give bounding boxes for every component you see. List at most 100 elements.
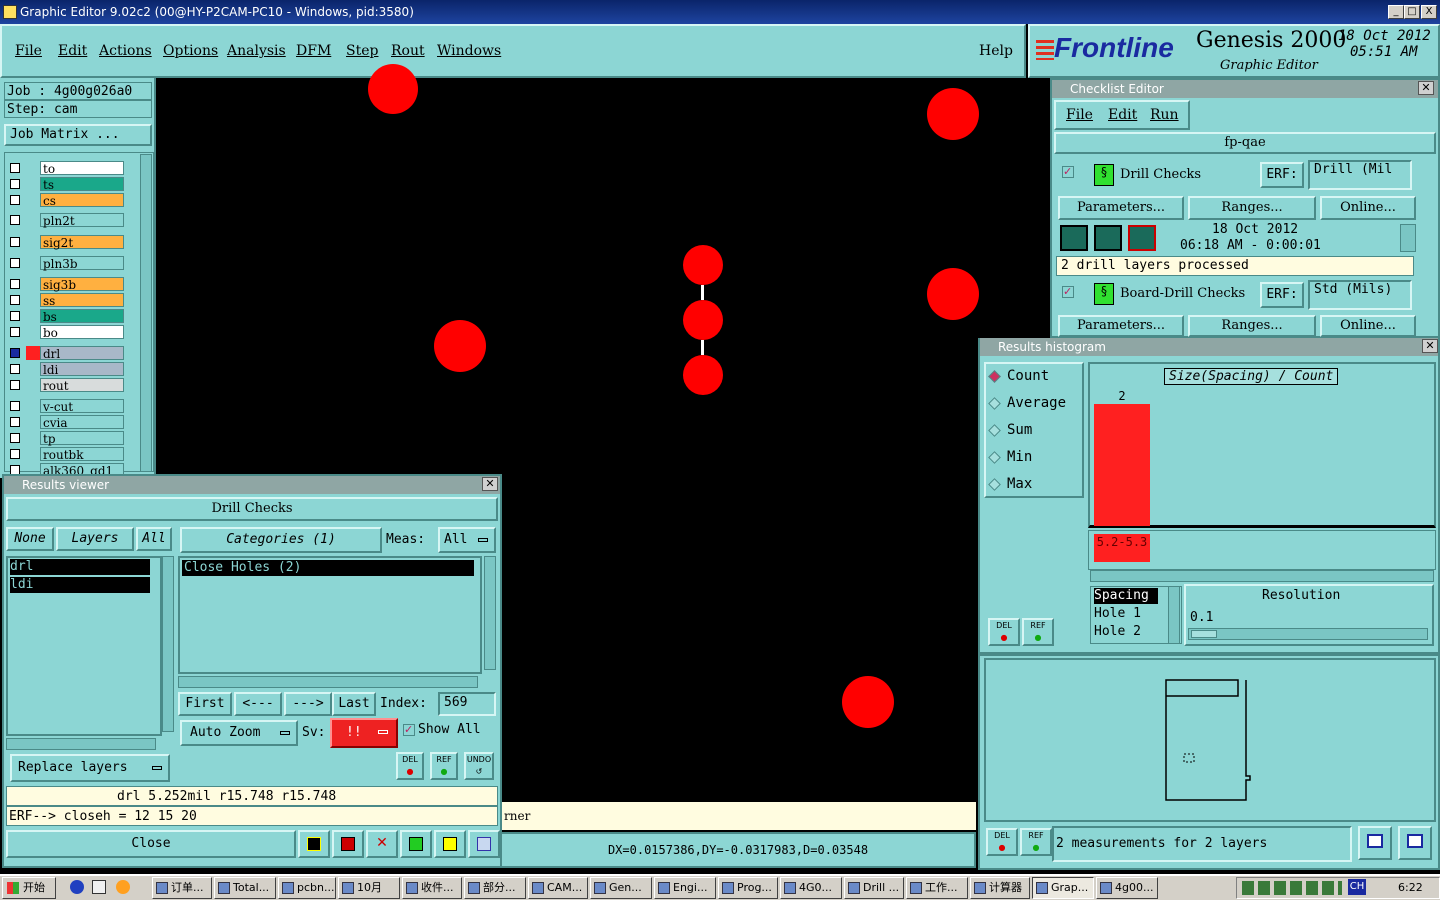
layer-row-tp[interactable]: tp xyxy=(8,431,124,446)
layer-checkbox[interactable] xyxy=(10,364,20,374)
show-all-checkbox[interactable]: ✓ xyxy=(403,724,415,736)
layer-row-ts[interactable]: ts xyxy=(8,177,124,192)
language-indicator[interactable]: CH xyxy=(1348,879,1366,895)
taskbar-item[interactable]: 4G0... xyxy=(780,877,842,899)
auto-zoom-select[interactable]: Auto Zoom xyxy=(180,720,298,746)
board-erf-field[interactable]: Std (Mils) xyxy=(1308,280,1412,310)
tool-icon-2[interactable] xyxy=(332,830,364,858)
tool-icon-1[interactable] xyxy=(298,830,330,858)
job-matrix-button[interactable]: Job Matrix ... xyxy=(4,124,152,146)
layer-checkbox[interactable] xyxy=(10,417,20,427)
menu-step[interactable]: Step xyxy=(346,43,378,59)
replace-layers-select[interactable]: Replace layers xyxy=(10,754,170,782)
histogram-divider[interactable] xyxy=(980,652,1438,656)
taskbar-item[interactable]: 部分... xyxy=(464,877,526,899)
histogram-del-button[interactable]: DEL ● xyxy=(988,618,1020,646)
taskbar-item[interactable]: 计算器 xyxy=(970,877,1030,899)
menu-dfm[interactable]: DFM xyxy=(296,43,331,59)
layer-checkbox[interactable] xyxy=(10,179,20,189)
taskbar-item[interactable]: Gen... xyxy=(590,877,652,899)
layer-checkbox[interactable] xyxy=(10,258,20,268)
close-button[interactable]: X xyxy=(1421,5,1437,19)
layer-row-to[interactable]: to xyxy=(8,161,124,176)
results-del-button[interactable]: DEL ● xyxy=(396,752,424,780)
first-button[interactable]: First xyxy=(178,692,232,716)
prev-button[interactable]: <--- xyxy=(234,692,282,716)
board-online-button[interactable]: Online... xyxy=(1320,315,1416,337)
layer-row-drl[interactable]: drl xyxy=(8,346,124,361)
layer-result-item[interactable]: ldi xyxy=(10,577,150,593)
layer-row-bs[interactable]: bs xyxy=(8,309,124,324)
layer-row-cvia[interactable]: cvia xyxy=(8,415,124,430)
taskbar-item[interactable]: Drill ... xyxy=(844,877,904,899)
histogram-option-sum[interactable]: Sum xyxy=(988,422,1032,438)
layer-checkbox[interactable] xyxy=(10,327,20,337)
run-stop-icon[interactable] xyxy=(1128,225,1156,251)
measurement-item[interactable]: Hole 1 xyxy=(1094,606,1141,621)
taskbar-item[interactable]: Prog... xyxy=(718,877,778,899)
layer-results-scrollbar[interactable] xyxy=(162,556,174,732)
layer-checkbox[interactable] xyxy=(10,237,20,247)
resolution-slider[interactable] xyxy=(1188,628,1428,640)
zoom-window-button[interactable] xyxy=(1358,826,1392,860)
menu-analysis[interactable]: Analysis xyxy=(227,43,286,59)
category-result-item[interactable]: Close Holes (2) xyxy=(182,560,474,576)
taskbar-item[interactable]: Engi... xyxy=(654,877,716,899)
menu-rout[interactable]: Rout xyxy=(391,43,425,59)
layers-button[interactable]: Layers xyxy=(56,527,134,551)
drill-parameters-button[interactable]: Parameters... xyxy=(1058,196,1184,220)
taskbar-item[interactable]: 订单... xyxy=(152,877,212,899)
layer-checkbox[interactable] xyxy=(10,195,20,205)
taskbar-item[interactable]: 工作... xyxy=(906,877,968,899)
measurement-list-header[interactable]: Spacing xyxy=(1094,588,1158,604)
results-close-button[interactable]: ✕ xyxy=(482,477,498,491)
layer-checkbox[interactable] xyxy=(10,279,20,289)
checklist-menu-run[interactable]: Run xyxy=(1150,107,1179,123)
layer-checkbox[interactable] xyxy=(10,401,20,411)
layers-none-button[interactable]: None xyxy=(6,527,54,551)
menu-windows[interactable]: Windows xyxy=(437,43,501,59)
histogram-ref-button[interactable]: REF ● xyxy=(1022,618,1054,646)
maximize-button[interactable]: □ xyxy=(1404,5,1420,19)
layer-checkbox[interactable] xyxy=(10,433,20,443)
menu-help[interactable]: Help xyxy=(979,43,1013,59)
menu-file[interactable]: File xyxy=(15,43,42,59)
layer-checkbox[interactable] xyxy=(10,380,20,390)
results-ref-button[interactable]: REF ● xyxy=(430,752,458,780)
check-checkbox[interactable]: ✓ xyxy=(1062,166,1074,178)
layer-row-v-cut[interactable]: v-cut xyxy=(8,399,124,414)
board-erf-button[interactable]: ERF: xyxy=(1260,282,1304,308)
layer-result-item[interactable]: drl xyxy=(10,559,150,575)
layer-row-ldi[interactable]: ldi xyxy=(8,362,124,377)
menu-actions[interactable]: Actions xyxy=(99,43,152,59)
measurement-list-scrollbar[interactable] xyxy=(1168,586,1180,644)
checklist-close-button[interactable]: ✕ xyxy=(1418,81,1434,95)
run-icon[interactable] xyxy=(1060,225,1088,251)
menu-options[interactable]: Options xyxy=(163,43,218,59)
histogram-option-max[interactable]: Max xyxy=(988,476,1032,492)
layer-scrollbar[interactable] xyxy=(140,154,152,472)
taskbar-item[interactable]: pcbn... xyxy=(278,877,336,899)
results-undo-button[interactable]: UNDO ↺ xyxy=(464,752,494,780)
histogram-option-min[interactable]: Min xyxy=(988,449,1032,465)
layer-row-sig2t[interactable]: sig2t xyxy=(8,235,124,250)
taskbar-item[interactable]: 10月 xyxy=(338,877,400,899)
tool-icon-5[interactable] xyxy=(434,830,466,858)
layer-results-hscrollbar[interactable] xyxy=(6,738,156,750)
layer-checkbox[interactable] xyxy=(10,449,20,459)
quick-launch-icon[interactable] xyxy=(116,880,130,894)
tool-icon-4[interactable] xyxy=(400,830,432,858)
checklist-menu-edit[interactable]: Edit xyxy=(1108,107,1137,123)
layer-row-bo[interactable]: bo xyxy=(8,325,124,340)
layer-row-pln2t[interactable]: pln2t xyxy=(8,213,124,228)
last-button[interactable]: Last xyxy=(332,692,376,716)
taskbar-item[interactable]: 4g00... xyxy=(1096,877,1158,899)
layers-all-button[interactable]: All xyxy=(136,527,172,551)
preview-del-button[interactable]: DEL ● xyxy=(986,828,1018,856)
histogram-option-count[interactable]: Count xyxy=(988,368,1049,384)
layer-row-rout[interactable]: rout xyxy=(8,378,124,393)
taskbar-item[interactable]: Total... xyxy=(214,877,276,899)
board-parameters-button[interactable]: Parameters... xyxy=(1058,315,1184,337)
results-close-main-button[interactable]: Close xyxy=(6,830,296,858)
histogram-option-average[interactable]: Average xyxy=(988,395,1066,411)
